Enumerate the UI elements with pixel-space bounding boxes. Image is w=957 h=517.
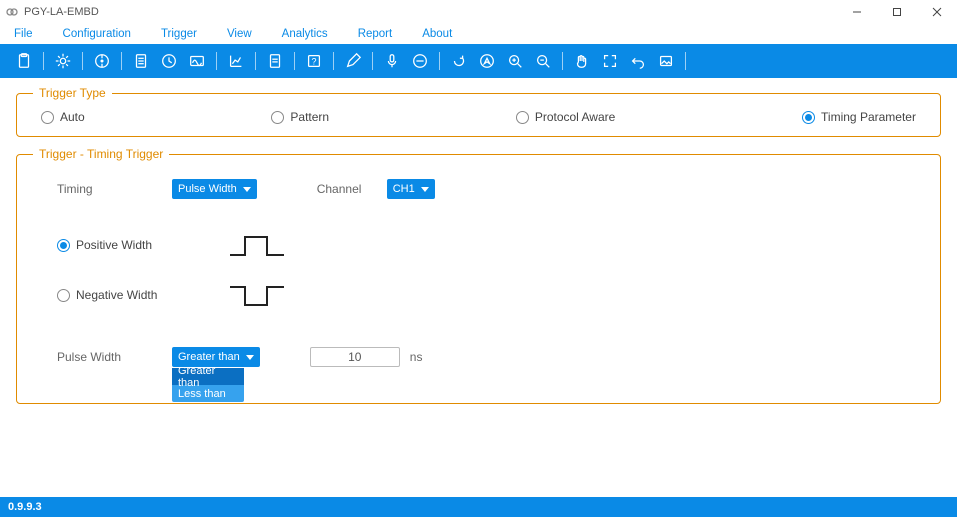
pulse-width-label: Pulse Width bbox=[57, 350, 172, 364]
timing-trigger-box: Trigger - Timing Trigger Timing Pulse Wi… bbox=[16, 147, 941, 404]
pencil-icon[interactable] bbox=[341, 49, 365, 73]
separator bbox=[121, 52, 122, 70]
titlebar: PGY-LA-EMBD bbox=[0, 0, 957, 24]
condition-dropdown[interactable]: Greater than Greater than Less than bbox=[172, 347, 260, 367]
image-icon[interactable] bbox=[654, 49, 678, 73]
radio-auto-label: Auto bbox=[60, 110, 85, 124]
channel-dropdown[interactable]: CH1 bbox=[387, 179, 435, 199]
compass-icon[interactable] bbox=[475, 49, 499, 73]
minimize-button[interactable] bbox=[837, 0, 877, 24]
menu-file[interactable]: File bbox=[14, 28, 33, 40]
pulse-width-unit: ns bbox=[410, 350, 423, 364]
separator bbox=[216, 52, 217, 70]
version-label: 0.9.9.3 bbox=[8, 501, 42, 513]
separator bbox=[333, 52, 334, 70]
menu-about[interactable]: About bbox=[422, 28, 452, 40]
toolbar: ? bbox=[0, 44, 957, 78]
content: Trigger Type Auto Pattern Protocol Aware… bbox=[0, 78, 957, 404]
timing-dropdown[interactable]: Pulse Width bbox=[172, 179, 257, 199]
list-icon[interactable] bbox=[129, 49, 153, 73]
positive-width-label: Positive Width bbox=[76, 238, 152, 252]
menu-report[interactable]: Report bbox=[358, 28, 393, 40]
radio-auto[interactable]: Auto bbox=[41, 110, 85, 124]
separator bbox=[562, 52, 563, 70]
target-icon[interactable] bbox=[90, 49, 114, 73]
separator bbox=[255, 52, 256, 70]
zoom-in-icon[interactable] bbox=[503, 49, 527, 73]
pulse-width-value-input[interactable]: 10 bbox=[310, 347, 400, 367]
channel-dropdown-value: CH1 bbox=[393, 183, 415, 195]
menu-analytics[interactable]: Analytics bbox=[282, 28, 328, 40]
chevron-down-icon bbox=[243, 187, 251, 192]
positive-pulse-icon bbox=[227, 227, 287, 263]
svg-text:?: ? bbox=[311, 57, 316, 67]
report-icon[interactable] bbox=[263, 49, 287, 73]
radio-negative-width[interactable]: Negative Width bbox=[57, 288, 197, 302]
condition-option-greater[interactable]: Greater than bbox=[172, 368, 244, 385]
separator bbox=[685, 52, 686, 70]
radio-timing-label: Timing Parameter bbox=[821, 110, 916, 124]
menu-view[interactable]: View bbox=[227, 28, 252, 40]
clock-icon[interactable] bbox=[157, 49, 181, 73]
separator bbox=[43, 52, 44, 70]
help-icon[interactable]: ? bbox=[302, 49, 326, 73]
undo-icon[interactable] bbox=[626, 49, 650, 73]
maximize-button[interactable] bbox=[877, 0, 917, 24]
status-bar: 0.9.9.3 bbox=[0, 497, 957, 517]
radio-positive-width[interactable]: Positive Width bbox=[57, 238, 197, 252]
timing-dropdown-value: Pulse Width bbox=[178, 183, 237, 195]
radio-timing-parameter[interactable]: Timing Parameter bbox=[802, 110, 916, 124]
separator bbox=[372, 52, 373, 70]
trigger-type-box: Trigger Type Auto Pattern Protocol Aware… bbox=[16, 86, 941, 137]
trigger-type-legend: Trigger Type bbox=[33, 86, 112, 100]
zoom-out-icon[interactable] bbox=[531, 49, 555, 73]
radio-pattern[interactable]: Pattern bbox=[271, 110, 329, 124]
hand-icon[interactable] bbox=[570, 49, 594, 73]
condition-dropdown-list: Greater than Less than bbox=[172, 368, 244, 402]
timing-trigger-legend: Trigger - Timing Trigger bbox=[33, 147, 169, 161]
menubar: File Configuration Trigger View Analytic… bbox=[0, 24, 957, 44]
waveform-icon[interactable] bbox=[185, 49, 209, 73]
chart-icon[interactable] bbox=[224, 49, 248, 73]
chevron-down-icon bbox=[421, 187, 429, 192]
expand-icon[interactable] bbox=[598, 49, 622, 73]
chevron-down-icon bbox=[246, 355, 254, 360]
menu-trigger[interactable]: Trigger bbox=[161, 28, 197, 40]
refresh-icon[interactable] bbox=[447, 49, 471, 73]
radio-protocol-aware[interactable]: Protocol Aware bbox=[516, 110, 616, 124]
condition-dropdown-value: Greater than bbox=[178, 351, 240, 363]
timing-label: Timing bbox=[57, 182, 172, 196]
separator bbox=[82, 52, 83, 70]
window-controls bbox=[837, 0, 957, 24]
menu-configuration[interactable]: Configuration bbox=[63, 28, 131, 40]
clipboard-icon[interactable] bbox=[12, 49, 36, 73]
channel-label: Channel bbox=[317, 182, 387, 196]
negative-width-label: Negative Width bbox=[76, 288, 157, 302]
gear-icon[interactable] bbox=[51, 49, 75, 73]
separator bbox=[294, 52, 295, 70]
close-button[interactable] bbox=[917, 0, 957, 24]
separator bbox=[439, 52, 440, 70]
window-title: PGY-LA-EMBD bbox=[24, 6, 99, 18]
radio-protocol-label: Protocol Aware bbox=[535, 110, 616, 124]
app-icon bbox=[6, 6, 18, 18]
mic-icon[interactable] bbox=[380, 49, 404, 73]
radio-pattern-label: Pattern bbox=[290, 110, 329, 124]
negative-pulse-icon bbox=[227, 277, 287, 313]
stop-icon[interactable] bbox=[408, 49, 432, 73]
